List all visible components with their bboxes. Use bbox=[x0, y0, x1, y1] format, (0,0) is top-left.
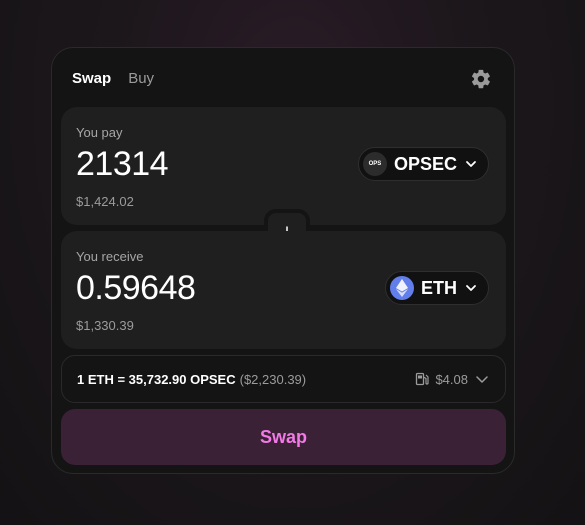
pay-token-symbol: OPSEC bbox=[393, 153, 457, 174]
eth-token-icon bbox=[390, 276, 414, 300]
exchange-rate: 1 ETH = 35,732.90 OPSEC bbox=[77, 371, 236, 387]
receive-token-selector[interactable]: ETH bbox=[385, 271, 489, 305]
chevron-down-icon bbox=[466, 285, 476, 291]
pay-amount-input[interactable]: 21314 bbox=[76, 145, 169, 184]
tab-bar: Swap Buy bbox=[72, 70, 154, 87]
swap-widget: Swap Buy You pay 21314 $1,424.02 OPS OPS… bbox=[51, 47, 515, 474]
receive-panel: You receive 0.59648 $1,330.39 ETH bbox=[61, 231, 506, 349]
gas-fee-value: $4.08 bbox=[435, 371, 468, 387]
pay-panel: You pay 21314 $1,424.02 OPS OPSEC bbox=[61, 107, 506, 225]
rate-details-bar[interactable]: 1 ETH = 35,732.90 OPSEC ($2,230.39) $4.0… bbox=[61, 355, 506, 403]
pay-token-selector[interactable]: OPS OPSEC bbox=[357, 147, 489, 181]
pay-label: You pay bbox=[76, 125, 123, 140]
tab-buy[interactable]: Buy bbox=[128, 70, 154, 87]
receive-usd-value: $1,330.39 bbox=[76, 318, 134, 333]
gear-icon bbox=[471, 69, 490, 89]
gas-pump-icon bbox=[416, 372, 430, 386]
receive-amount[interactable]: 0.59648 bbox=[76, 269, 196, 308]
receive-label: You receive bbox=[76, 249, 144, 264]
receive-token-symbol: ETH bbox=[421, 277, 457, 298]
settings-button[interactable] bbox=[470, 68, 492, 90]
chevron-down-icon[interactable] bbox=[474, 372, 490, 386]
exchange-rate-usd: ($2,230.39) bbox=[239, 371, 307, 387]
opsec-token-icon: OPS bbox=[362, 152, 387, 176]
gas-fee: $4.08 bbox=[415, 372, 490, 387]
pay-usd-value: $1,424.02 bbox=[76, 194, 134, 209]
chevron-down-icon bbox=[466, 161, 476, 167]
tab-swap[interactable]: Swap bbox=[72, 70, 111, 87]
swap-button[interactable]: Swap bbox=[61, 409, 506, 465]
